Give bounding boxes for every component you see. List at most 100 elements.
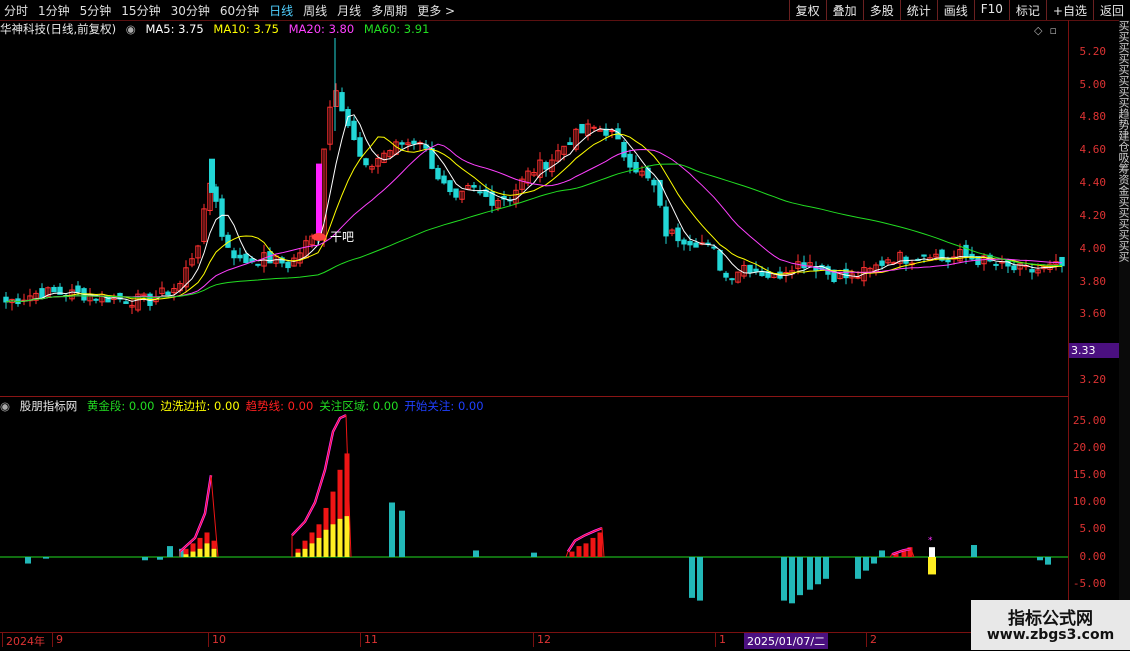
candle-body (339, 92, 345, 112)
indicator-bar-yellow (330, 524, 336, 557)
action-button-8[interactable]: 返回 (1092, 0, 1130, 20)
period-tab-5[interactable]: 60分钟 (220, 2, 259, 19)
candle-body (663, 206, 669, 237)
candle-body (285, 261, 291, 269)
candle-body (591, 126, 597, 129)
candle-body (105, 295, 111, 303)
annotation-marker (312, 232, 326, 241)
period-tab-0[interactable]: 分时 (4, 2, 28, 19)
indicator-bar-cyan (142, 557, 148, 561)
candlestick-chart[interactable]: 干吧 (0, 38, 1068, 396)
indicator-bar-cyan (781, 557, 787, 601)
main-chart-infobar: 华神科技(日线,前复权) ◉ MA5: 3.75 MA10: 3.75 MA20… (0, 21, 435, 37)
action-button-5[interactable]: F10 (973, 0, 1009, 20)
indicator-chart[interactable]: * (0, 414, 1068, 632)
indicator-bar-cyan (697, 557, 703, 601)
indicator-axis-label: 25.00 (1072, 414, 1106, 427)
indicator-bar-cyan (389, 502, 395, 557)
price-axis-label: 4.20 (1079, 209, 1107, 222)
candle-body (39, 288, 45, 299)
candle-body (675, 227, 681, 242)
indicator-bar-cyan (855, 557, 861, 579)
indicator-bar-yellow (309, 543, 315, 557)
candle-body (687, 241, 693, 246)
ma20-label: MA20: 3.80 (288, 22, 355, 36)
indicator-bar-yellow (211, 548, 217, 557)
candle-body (351, 120, 357, 141)
period-tab-6[interactable]: 日线 (269, 2, 293, 19)
indicator-bar-cyan (531, 552, 537, 557)
indicator-bar-cyan (863, 557, 869, 571)
date-cursor-tag: 2025/01/07/二 (744, 633, 829, 649)
period-tab-9[interactable]: 多周期 (371, 2, 407, 19)
indicator-bar-cyan (823, 557, 829, 579)
indicator-bar-yellow (302, 548, 308, 557)
indicator-axis-label: 0.00 (1079, 550, 1107, 563)
time-axis-tick: 10 (208, 633, 226, 647)
candle-body (243, 253, 249, 264)
candle-body (579, 123, 585, 134)
candle-body (75, 285, 81, 293)
indicator-bar-cyan (399, 510, 405, 557)
indicator-bar-yellow (337, 518, 343, 557)
chart-corner-icons[interactable]: ◇ ▫ (1034, 24, 1057, 37)
pane-divider[interactable] (0, 396, 1068, 397)
time-axis: 2024年 9 10 11 12 1 2 (0, 632, 1130, 651)
indicator-toggle-icon[interactable]: ◉ (0, 399, 10, 413)
candle-body (411, 140, 417, 145)
settings-icon[interactable]: ◉ (126, 22, 136, 36)
chart-annotation: 干吧 (330, 230, 354, 244)
period-tab-10[interactable]: 更多 > (417, 2, 455, 19)
period-tab-2[interactable]: 5分钟 (80, 2, 112, 19)
candle-body (1059, 256, 1065, 267)
indicator-bar-yellow (183, 554, 189, 557)
candle-body (651, 179, 657, 186)
period-toolbar: 分时 1分钟 5分钟 15分钟 30分钟 60分钟 日线 周线 月线 多周期 更多 > 复权 叠加 多股… (0, 0, 1130, 21)
candle-body (855, 276, 861, 279)
stock-title: 华神科技(日线,前复权) (0, 22, 117, 36)
indicator-bar-cyan (473, 550, 479, 557)
indicator-axis-label: 10.00 (1072, 495, 1106, 508)
candle-body (879, 260, 885, 266)
ma10-line (5, 133, 1063, 303)
candle-body (363, 158, 369, 166)
indicator-bar-cyan (157, 557, 163, 560)
action-button-4[interactable]: 画线 (936, 0, 974, 20)
watermark-logo: 指标公式网 www.zbgs3.com (971, 600, 1130, 650)
candle-body (747, 264, 753, 274)
ma60-line (5, 163, 1063, 303)
candle-body (543, 162, 549, 170)
period-tab-7[interactable]: 周线 (303, 2, 327, 19)
indicator-field-2: 趋势线: 0.00 (245, 399, 314, 413)
period-tab-8[interactable]: 月线 (337, 2, 361, 19)
time-axis-tick: 2 (866, 633, 877, 647)
candle-body (123, 301, 129, 304)
indicator-bar-cyan (789, 557, 795, 604)
period-tab-1[interactable]: 1分钟 (38, 2, 70, 19)
indicator-bar-white (929, 547, 935, 557)
indicator-bar-yellow (316, 537, 322, 557)
indicator-bar-cyan (871, 557, 877, 564)
indicator-bar-cyan (689, 557, 695, 598)
action-button-7[interactable]: +自选 (1045, 0, 1093, 20)
candle-body (657, 179, 663, 206)
action-button-2[interactable]: 多股 (862, 0, 900, 20)
time-axis-tick: 12 (533, 633, 551, 647)
candle-body (753, 268, 759, 272)
candle-body (993, 263, 999, 266)
candle-body (1011, 265, 1017, 271)
candle-body (963, 244, 969, 257)
action-button-3[interactable]: 统计 (899, 0, 937, 20)
action-button-1[interactable]: 叠加 (825, 0, 863, 20)
action-button-0[interactable]: 复权 (788, 0, 826, 20)
candle-body (399, 142, 405, 145)
action-button-6[interactable]: 标记 (1008, 0, 1046, 20)
indicator-axis-label: 5.00 (1079, 522, 1107, 535)
candle-body (255, 263, 261, 266)
indicator-field-4: 开始关注: 0.00 (404, 399, 484, 413)
candle-body (567, 142, 573, 146)
period-tab-3[interactable]: 15分钟 (121, 2, 160, 19)
candle-body (693, 242, 699, 248)
candle-body (471, 185, 477, 188)
period-tab-4[interactable]: 30分钟 (171, 2, 210, 19)
